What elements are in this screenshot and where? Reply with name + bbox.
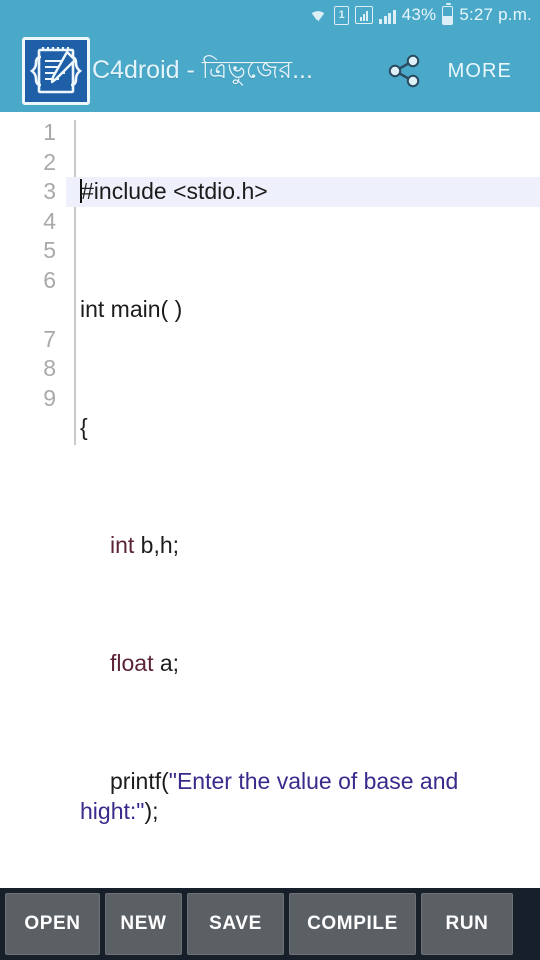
line-number: 6 — [43, 266, 56, 293]
line-number: 4 — [43, 207, 56, 234]
signal-bars-icon — [379, 6, 396, 24]
line-number: 1 — [43, 119, 56, 145]
code-token-decl-a: a; — [153, 650, 180, 676]
wifi-icon — [308, 6, 328, 24]
line-number: 9 — [43, 384, 56, 411]
line-number: 5 — [43, 237, 56, 263]
code-token-keyword-int: int — [80, 296, 105, 322]
code-token-printf: printf( — [110, 768, 169, 794]
line-number: 2 — [43, 148, 56, 175]
line-number: 3 — [43, 178, 56, 204]
share-icon[interactable] — [378, 42, 430, 100]
code-line-1: #include <stdio.h> — [66, 177, 540, 207]
line-number-empty: · — [0, 413, 56, 443]
app-bar: C4droid - ত্রিভুজের... MORE — [0, 30, 540, 112]
line-number: 7 — [43, 325, 56, 352]
code-line-3: { — [80, 413, 540, 443]
code-token-decl-bh: b,h; — [134, 532, 180, 558]
code-token-open-brace: { — [80, 414, 88, 440]
page-title: C4droid - ত্রিভুজের... — [92, 55, 313, 84]
battery-percent-label: 43% — [401, 5, 437, 24]
code-line-5: float a; — [80, 649, 540, 679]
new-button[interactable]: NEW — [105, 893, 182, 955]
c4droid-notepad-icon — [22, 37, 90, 105]
app-screen: 1 43% 5:27 p.m. C4droid - ত্রিভুজের... M… — [0, 0, 540, 960]
code-token-keyword-int: int — [110, 532, 135, 558]
code-token-main: main( ) — [104, 296, 183, 322]
more-button[interactable]: MORE — [430, 50, 526, 93]
compile-button[interactable]: COMPILE — [289, 893, 416, 955]
code-line-2: int main( ) — [80, 295, 540, 325]
clock-label: 5:27 p.m. — [459, 5, 532, 24]
code-token-keyword-float: float — [110, 650, 154, 676]
save-button[interactable]: SAVE — [187, 893, 284, 955]
code-line-4: int b,h; — [80, 531, 540, 561]
code-line-6: printf("Enter the value of base and high… — [80, 767, 540, 826]
sim-badge-icon: 1 — [334, 5, 350, 25]
line-number-gutter: 1 2 3 4 5 6 · 7 8 9 · — [0, 118, 66, 443]
line-number-wrap-continuation: · — [0, 295, 56, 325]
open-button[interactable]: OPEN — [5, 893, 100, 955]
status-bar: 1 43% 5:27 p.m. — [0, 0, 540, 30]
signal-box-icon — [355, 6, 374, 24]
line-number: 8 — [43, 355, 56, 381]
bottom-toolbar: OPEN NEW SAVE COMPILE RUN — [0, 888, 540, 960]
code-token-tail: ); — [144, 797, 159, 824]
code-editor[interactable]: 1 2 3 4 5 6 · 7 8 9 · #include <stdio.h>… — [0, 112, 540, 888]
code-content[interactable]: #include <stdio.h> int main( ) { int b,h… — [66, 118, 540, 888]
run-button[interactable]: RUN — [421, 893, 513, 955]
code-token-include: #include <stdio.h> — [81, 178, 268, 204]
battery-icon — [442, 2, 454, 25]
